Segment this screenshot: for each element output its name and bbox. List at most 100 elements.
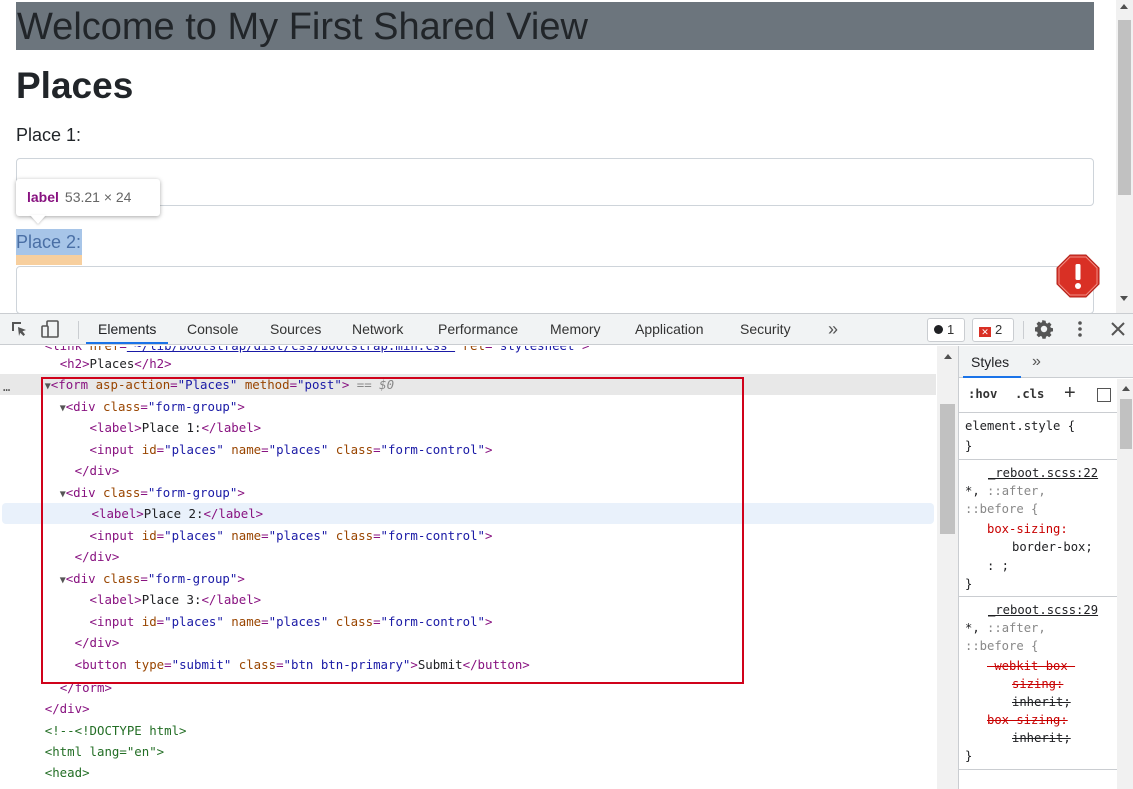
tree-line-head[interactable]: <head> [0,762,936,783]
tooltip-tag: label [27,189,59,205]
kebab-menu-icon[interactable] [1070,319,1090,339]
tab-security[interactable]: Security [740,314,791,345]
class-toggle-button[interactable]: .cls [1015,387,1044,401]
rule-divider [959,596,1119,597]
tree-line-div-3[interactable]: ▼<div class="form-group"> [0,568,936,589]
more-tabs-button[interactable]: » [1032,346,1041,378]
places-heading: Places [16,65,134,106]
label-2-text: Place 2: [143,506,204,521]
selector-pseudo: ::before { [965,639,1039,653]
scroll-up-arrow-icon[interactable] [1120,4,1128,9]
devtools-toolbar: Elements Console Sources Network Perform… [0,313,1133,345]
more-tabs-button[interactable]: » [828,314,838,344]
scrollbar-thumb[interactable] [940,404,955,534]
tree-line-div-close[interactable]: </div> [0,460,936,481]
selector-text: *, [965,484,988,498]
errors-counter[interactable]: ✕ 2 [972,318,1014,342]
tooltip-arrow [30,215,46,224]
rule2-overridden-val1[interactable]: inherit; [1012,693,1071,711]
tree-line-div-close[interactable]: </div> [0,546,936,567]
inspect-icon[interactable] [9,319,29,339]
hover-state-button[interactable]: :hov [968,387,997,401]
tab-elements[interactable]: Elements [98,314,156,345]
messages-count: 1 [947,322,955,337]
elements-scrollbar[interactable] [937,346,958,789]
page-viewport: Welcome to My First Shared View Places P… [0,0,1133,313]
rule1-value[interactable]: border-box; [1012,538,1093,556]
tab-console[interactable]: Console [187,314,238,345]
error-x-icon: ✕ [979,327,991,337]
styles-tabbar: Styles » [959,346,1133,378]
gear-icon[interactable] [1034,319,1054,339]
tree-line-comment[interactable]: <!--<!DOCTYPE html> [0,720,936,741]
tab-performance[interactable]: Performance [438,314,518,345]
place-1-input[interactable] [16,158,1094,206]
computed-sidebar-icon[interactable] [1097,388,1111,402]
button-text: Submit [417,657,463,672]
scroll-down-arrow-icon[interactable] [1120,296,1128,301]
message-dot-icon [934,325,943,334]
tree-line-label-3[interactable]: <label>Place 3:</label> [0,589,936,610]
rule2-overridden-val2[interactable]: inherit; [1012,729,1071,747]
close-brace: } [965,577,973,591]
rule2-selector: *, ::after, [965,619,1046,637]
place-2-input[interactable] [16,266,1094,313]
element-style-selector[interactable]: element.style { [965,417,1075,435]
label-3-text: Place 3: [141,592,202,607]
elements-tree[interactable]: <link href="~/lib/bootstrap/dist/css/boo… [0,346,958,789]
tree-line-div-close[interactable]: </div> [0,698,936,719]
device-toggle-icon[interactable] [40,319,60,339]
scrollbar-thumb[interactable] [1120,399,1132,449]
rule2-overridden-prop1-cont[interactable]: sizing: [1012,675,1063,693]
toolbar-separator [1023,321,1024,339]
tree-line-html[interactable]: <html lang="en"> [0,741,936,762]
node-actions-icon[interactable]: … [3,377,10,398]
styles-toolbar: :hov .cls + [959,379,1133,413]
close-icon[interactable] [1108,319,1128,339]
inspect-tooltip: label 53.21 × 24 [16,179,160,216]
tree-line-input-3[interactable]: <input id="places" name="places" class="… [0,611,936,632]
error-badge-icon[interactable] [1055,253,1101,299]
selector-pseudo: ::after, [987,621,1046,635]
rule2-overridden-prop2[interactable]: box-sizing: [987,711,1068,729]
tab-styles[interactable]: Styles [971,346,1009,378]
rule1-source-link[interactable]: _reboot.scss:22 [988,464,1098,482]
tab-sources[interactable]: Sources [270,314,321,345]
rule1-selector: *, ::after, [965,482,1046,500]
tree-line-form[interactable]: … ▼<form asp-action="Places" method="pos… [0,374,936,395]
tree-line-div-close[interactable]: </div> [0,632,936,653]
form-method-value: post [304,377,335,392]
tree-line-div-1[interactable]: ▼<div class="form-group"> [0,396,936,417]
styles-scrollbar[interactable] [1117,379,1133,789]
tree-line-div-2[interactable]: ▼<div class="form-group"> [0,482,936,503]
page-scrollbar[interactable] [1116,0,1133,313]
comment-text: <!--<!DOCTYPE html> [44,723,187,738]
rule2-overridden-prop1[interactable]: -webkit-box- [987,657,1075,675]
tree-line-label-1[interactable]: <label>Place 1:</label> [0,417,936,438]
new-property-cursor[interactable]: : ; [987,557,1009,575]
rule1-property[interactable]: box-sizing: [987,520,1068,538]
tab-network[interactable]: Network [352,314,403,345]
tree-line-h2[interactable]: <h2>Places</h2> [0,353,936,374]
scroll-up-arrow-icon[interactable] [1122,386,1130,391]
tree-line-label-2[interactable]: <label>Place 2:</label> [2,503,934,524]
tree-line-button[interactable]: <button type="submit" class="btn btn-pri… [0,654,936,675]
new-rule-button[interactable]: + [1064,382,1076,405]
html-lang-value: en [134,744,150,759]
selector-pseudo: ::before { [965,502,1039,516]
tab-memory[interactable]: Memory [550,314,601,345]
tab-application[interactable]: Application [635,314,704,345]
active-tab-indicator [86,342,168,344]
place-2-label: Place 2: [16,232,82,252]
tree-line-form-close[interactable]: </form> [0,677,936,698]
messages-counter[interactable]: 1 [927,318,965,342]
rule-divider [959,459,1119,460]
rule2-source-link[interactable]: _reboot.scss:29 [988,601,1098,619]
tree-line-input-1[interactable]: <input id="places" name="places" class="… [0,439,936,460]
scroll-up-arrow-icon[interactable] [944,354,952,359]
selector-text: *, [965,621,988,635]
scrollbar-thumb[interactable] [1118,20,1131,195]
styles-pane: Styles » :hov .cls + element.style { } _… [958,346,1133,789]
close-brace: } [965,749,973,763]
tree-line-input-2[interactable]: <input id="places" name="places" class="… [0,525,936,546]
